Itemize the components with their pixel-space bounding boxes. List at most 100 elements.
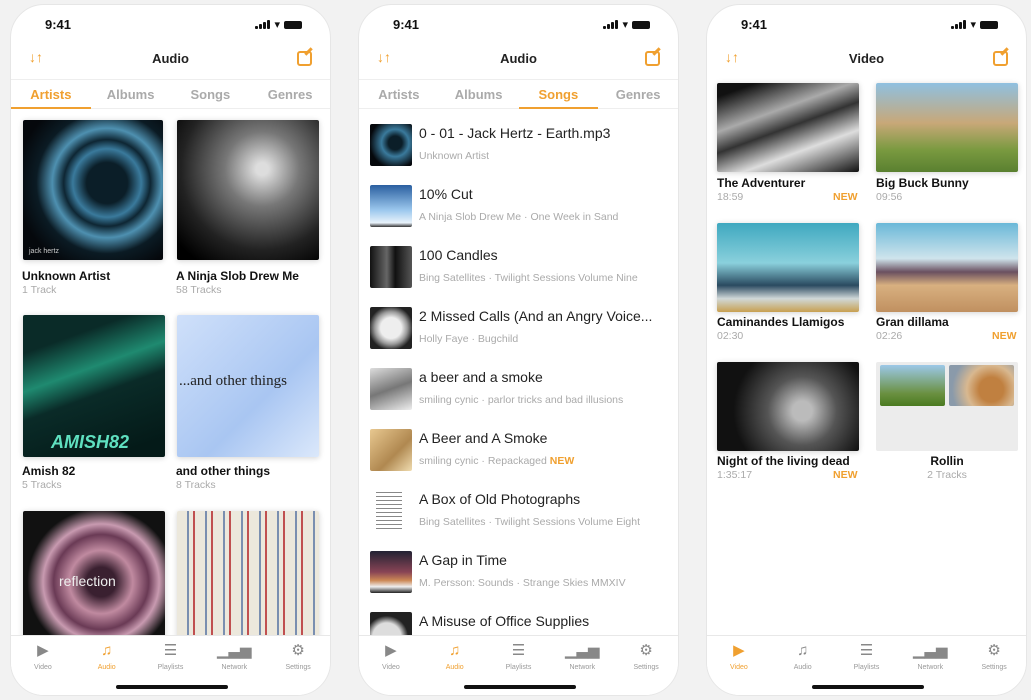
wifi-icon: ▾ [274,19,280,31]
home-indicator [812,685,924,689]
song-row[interactable]: 100 Candles Bing Satellites · Twilight Se… [359,246,678,307]
signal-icon [951,20,967,29]
page-title: Video [848,51,885,66]
phone-audio-songs: 9:41 ▾ ↓↑ Audio Artists Albums Songs Gen… [358,4,679,696]
album-art: jack hertz [23,120,163,260]
tabbar-label: Video [34,664,52,671]
play-icon: ▶ [385,642,397,659]
tabbar-label: Playlists [853,664,880,671]
video-duration: 02:30 [717,330,744,342]
page-title: Audio [152,51,189,66]
battery-icon [980,20,998,29]
video-title: Big Buck Bunny [876,176,969,190]
song-row[interactable]: 0 - 01 - Jack Hertz - Earth.mp3 Unknown A… [359,124,678,185]
video-title: Caminandes Llamigos [717,315,845,329]
tab-artists[interactable]: Artists [359,80,439,108]
song-subtitle-text: smiling cynic · Repackaged [419,455,547,467]
tabbar-label: Settings [981,664,1007,671]
song-row[interactable]: 10% Cut A Ninja Slob Drew Me · One Week i… [359,185,678,246]
song-row[interactable]: A Beer and A Smoke smiling cynic · Repack… [359,429,678,490]
tabbar-video[interactable]: ▶ Video [11,636,75,695]
tabbar-label: Network [917,664,944,671]
song-title: A Gap in Time [419,552,507,568]
video-thumbnail [717,83,859,172]
nav-bar: ↓↑ Video [707,43,1026,75]
playlist-icon: ☰ [859,642,874,659]
song-row[interactable]: A Gap in Time M. Persson: Sounds · Strang… [359,551,678,612]
tab-songs[interactable]: Songs [171,80,251,108]
gear-icon: ⚙ [639,642,653,659]
tabbar-label: Network [569,664,596,671]
battery-icon [284,20,302,29]
play-icon: ▶ [733,642,745,659]
album-art: AMISH82 [23,315,165,457]
video-duration: 1:35:17 [717,469,753,481]
signal-icon [255,20,271,29]
tabbar-label: Video [730,664,748,671]
tabbar-settings[interactable]: ⚙ Settings [614,636,678,695]
battery-icon [632,20,650,29]
new-badge: NEW [992,330,1017,342]
song-thumbnail [376,490,402,532]
tab-songs[interactable]: Songs [518,80,599,109]
tabbar-video[interactable]: ▶ Video [707,636,771,695]
track-count: 8 Tracks [176,479,216,491]
song-title: 0 - 01 - Jack Hertz - Earth.mp3 [419,125,611,141]
tab-genres[interactable]: Genres [250,80,330,108]
video-title: The Adventurer [717,176,806,190]
tabbar-settings[interactable]: ⚙ Settings [962,636,1026,695]
new-badge: NEW [549,455,575,467]
tabbar-label: Audio [97,664,116,671]
audio-tabs: Artists Albums Songs Genres [11,79,330,109]
artist-name: Amish 82 [22,464,76,478]
gear-icon: ⚙ [291,642,305,659]
video-title: Night of the living dead [717,454,850,468]
tab-genres[interactable]: Genres [598,80,678,108]
video-duration: 09:56 [876,191,903,203]
page-title: Audio [500,51,537,66]
folder-title: Rollin [930,454,964,468]
phone-video: 9:41 ▾ ↓↑ Video The Adventurer 18:59 NEW… [706,4,1027,696]
song-subtitle: Bing Satellites · Twilight Sessions Volu… [419,272,638,284]
video-thumbnail [949,365,1014,406]
song-thumbnail [370,124,412,166]
song-title: 10% Cut [419,186,473,202]
status-icons: ▾ [951,18,998,31]
song-thumbnail [370,429,412,471]
track-count: 1 Track [22,284,57,296]
tabbar-label: Audio [445,664,464,671]
song-subtitle: A Ninja Slob Drew Me · One Week in Sand [419,211,619,223]
track-count: 58 Tracks [176,284,222,296]
video-thumbnail [717,223,859,312]
status-icons: ▾ [255,18,302,31]
song-row[interactable]: 2 Missed Calls (And an Angry Voice... Hol… [359,307,678,368]
song-title: a beer and a smoke [419,369,543,385]
album-art [177,511,319,653]
song-row[interactable]: A Box of Old Photographs Bing Satellites … [359,490,678,551]
song-row[interactable]: a beer and a smoke smiling cynic · parlor… [359,368,678,429]
song-subtitle: Holly Faye · Bugchild [419,333,519,345]
edit-icon[interactable] [993,51,1008,66]
edit-icon[interactable] [297,51,312,66]
song-subtitle: smiling cynic · Repackaged NEW [419,455,574,467]
network-icon: ▁▃▅ [216,642,252,659]
tab-albums[interactable]: Albums [91,80,171,108]
video-duration: 02:26 [876,330,903,342]
tab-albums[interactable]: Albums [439,80,519,108]
tabbar-video[interactable]: ▶ Video [359,636,423,695]
tabbar-label: Video [382,664,400,671]
wifi-icon: ▾ [622,19,628,31]
play-icon: ▶ [37,642,49,659]
song-title: 2 Missed Calls (And an Angry Voice... [419,308,653,324]
new-badge: NEW [833,191,858,203]
audio-tabs: Artists Albums Songs Genres [359,79,678,109]
art-text: reflection [59,573,116,589]
artist-name: A Ninja Slob Drew Me [176,269,299,283]
tab-artists[interactable]: Artists [11,80,91,109]
track-count: 5 Tracks [22,479,62,491]
tabbar-settings[interactable]: ⚙ Settings [266,636,330,695]
art-text: ...and other things [179,373,287,389]
edit-icon[interactable] [645,51,660,66]
song-thumbnail [370,185,412,227]
tabbar-label: Settings [285,664,311,671]
